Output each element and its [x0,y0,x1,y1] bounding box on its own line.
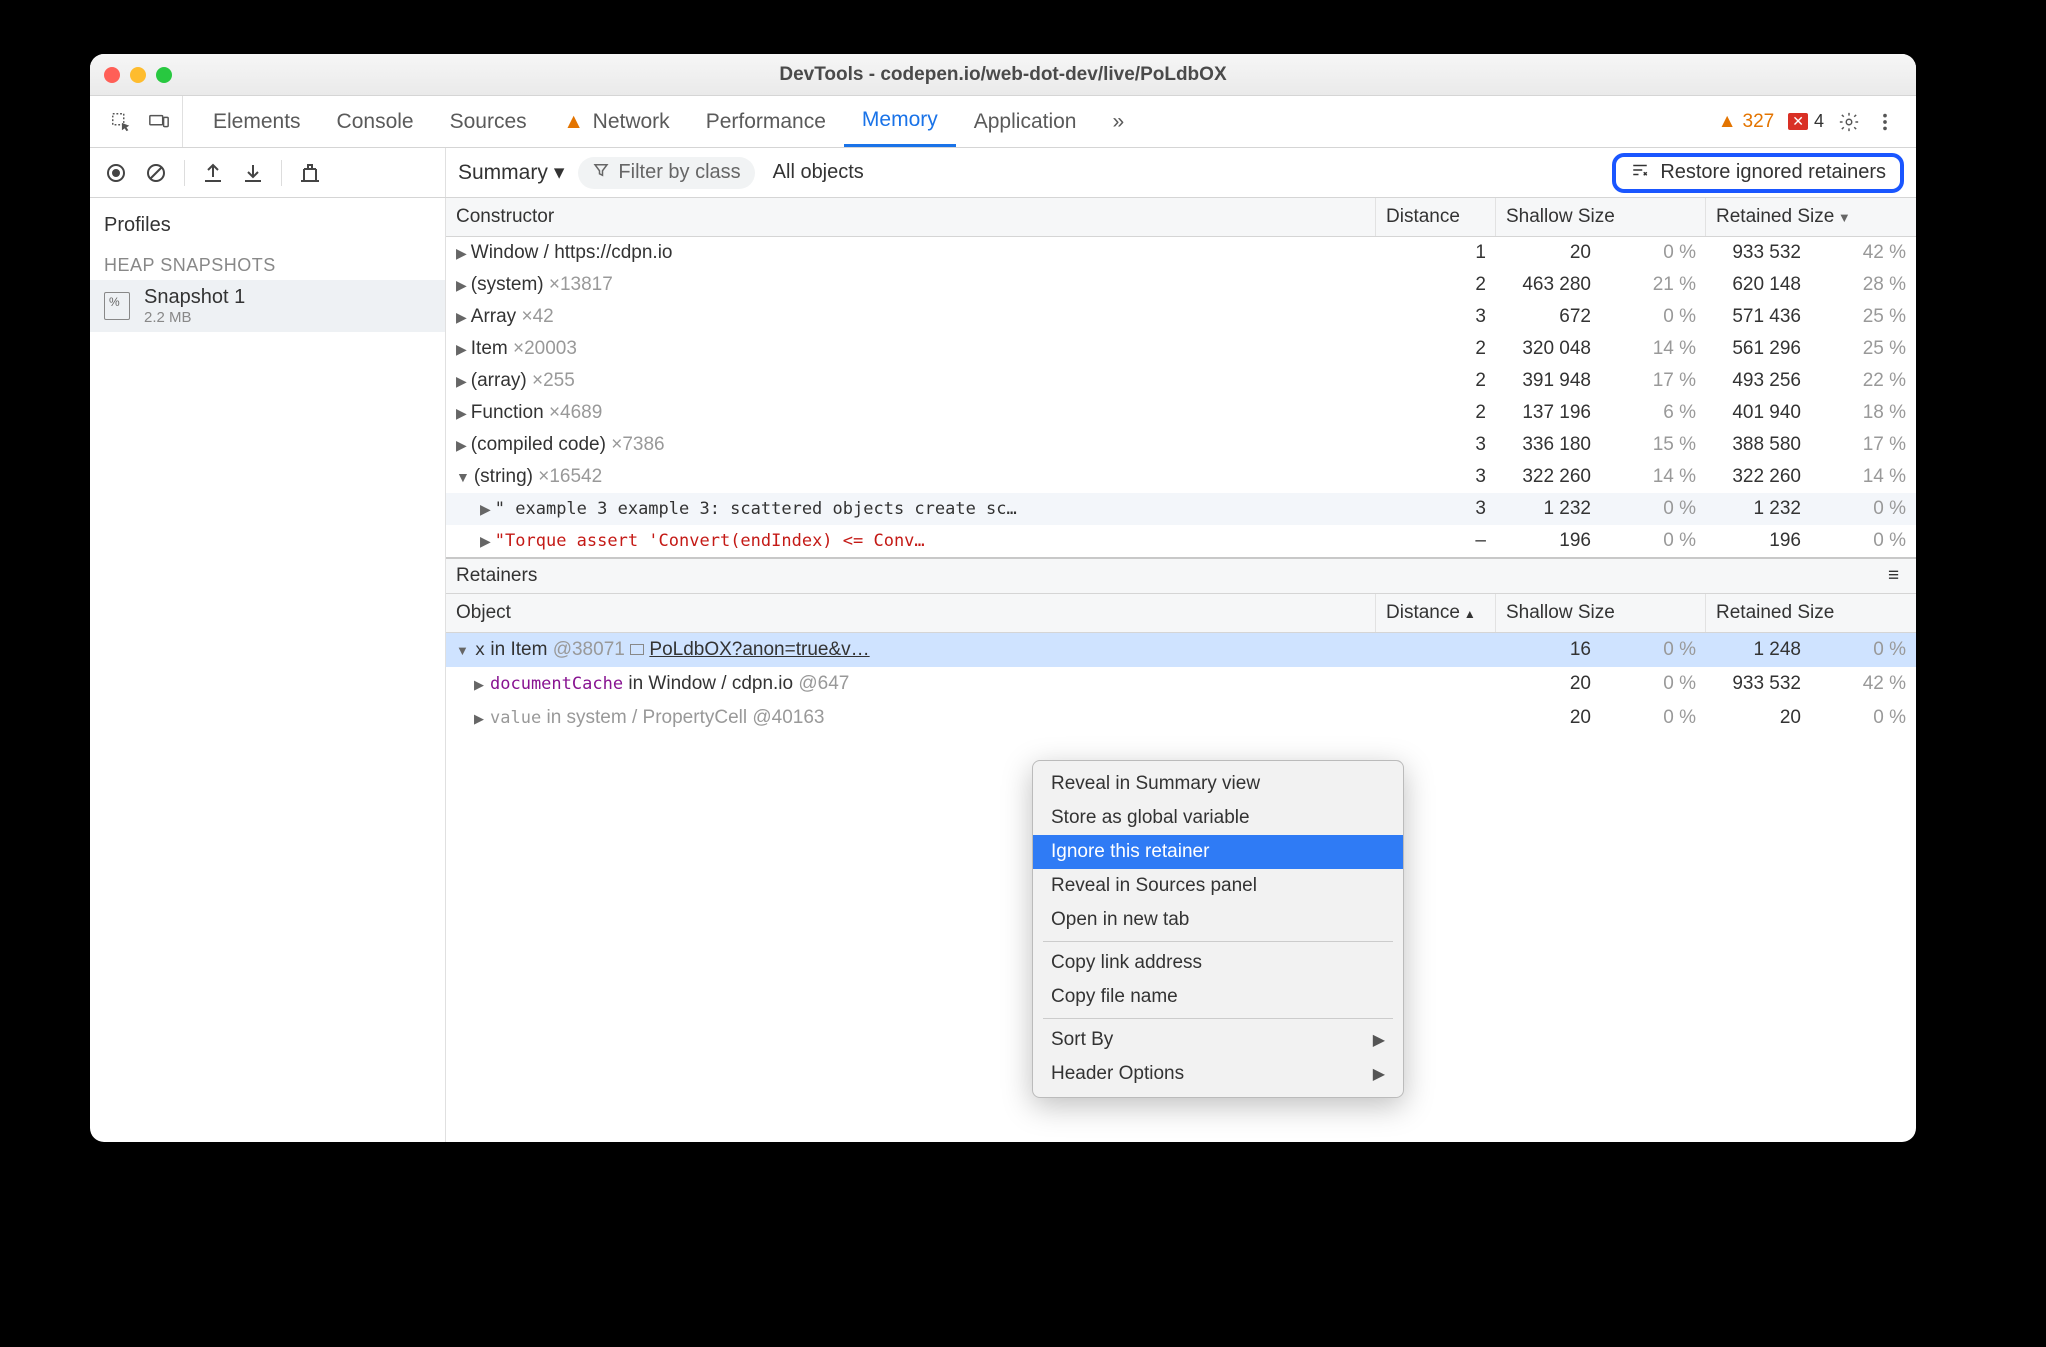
retainers-list: ▼x in Item @38071 PoLdbOX?anon=true&v…16… [446,633,1916,735]
table-row[interactable]: ▶Function ×46892137 1966 %401 94018 % [446,397,1916,429]
warning-icon: ▲ [563,111,585,133]
view-select[interactable]: Summary▾ [458,160,564,185]
col-shallow-ret[interactable]: Shallow Size [1496,594,1706,632]
retainers-header-row: Object Distance Shallow Size Retained Si… [446,594,1916,633]
menu-copy-link[interactable]: Copy link address [1033,946,1403,980]
titlebar: DevTools - codepen.io/web-dot-dev/live/P… [90,54,1916,96]
col-constructor[interactable]: Constructor [446,198,1376,236]
devtools-window: DevTools - codepen.io/web-dot-dev/live/P… [90,54,1916,1142]
retainer-row[interactable]: ▶documentCache in Window / cdpn.io @6472… [446,667,1916,701]
hamburger-icon[interactable]: ≡ [1888,565,1906,587]
tab-more[interactable]: » [1094,96,1142,147]
kebab-icon[interactable] [1874,111,1896,133]
tab-performance[interactable]: Performance [688,96,844,147]
snapshot-name: Snapshot 1 [144,286,245,309]
menu-copy-file[interactable]: Copy file name [1033,980,1403,1014]
settings-icon[interactable] [1838,111,1860,133]
snapshot-item[interactable]: Snapshot 1 2.2 MB [90,280,445,332]
col-retained-ret[interactable]: Retained Size [1706,594,1916,632]
table-row[interactable]: ▶"Torque assert 'Convert(endIndex) <= Co… [446,525,1916,557]
filter-icon [592,161,610,185]
tab-memory[interactable]: Memory [844,96,956,147]
tab-elements[interactable]: Elements [195,96,319,147]
all-objects-select[interactable]: All objects [773,161,864,184]
memory-toolbar: Summary▾ Filter by class All objects Res… [90,148,1916,198]
clear-icon[interactable] [144,161,168,185]
object-list: ▶Window / https://cdpn.io 1200 %933 5324… [446,237,1916,559]
sidebar: Profiles HEAP SNAPSHOTS Snapshot 1 2.2 M… [90,198,446,1142]
table-row[interactable]: ▼(string) ×165423322 26014 %322 26014 % [446,461,1916,493]
menu-reveal-summary[interactable]: Reveal in Summary view [1033,767,1403,801]
table-row[interactable]: ▶Array ×4236720 %571 43625 % [446,301,1916,333]
menu-store-global[interactable]: Store as global variable [1033,801,1403,835]
download-icon[interactable] [241,161,265,185]
device-icon[interactable] [148,111,170,133]
col-distance-ret[interactable]: Distance [1376,594,1496,632]
menu-reveal-sources[interactable]: Reveal in Sources panel [1033,869,1403,903]
col-retained[interactable]: Retained Size [1706,198,1916,236]
col-distance[interactable]: Distance [1376,198,1496,236]
retainer-row[interactable]: ▼x in Item @38071 PoLdbOX?anon=true&v…16… [446,633,1916,667]
tab-application[interactable]: Application [956,96,1095,147]
col-object[interactable]: Object [446,594,1376,632]
table-row[interactable]: ▶Window / https://cdpn.io 1200 %933 5324… [446,237,1916,269]
tab-network[interactable]: ▲ Network [545,96,688,147]
gc-icon[interactable] [298,161,322,185]
menu-ignore-retainer[interactable]: Ignore this retainer [1033,835,1403,869]
table-row[interactable]: ▶Item ×200032320 04814 %561 29625 % [446,333,1916,365]
col-shallow[interactable]: Shallow Size [1496,198,1706,236]
filter-input[interactable]: Filter by class [578,157,754,189]
window-title: DevTools - codepen.io/web-dot-dev/live/P… [90,64,1916,86]
constructor-header-row: Constructor Distance Shallow Size Retain… [446,198,1916,237]
tab-console[interactable]: Console [319,96,432,147]
restore-ignored-button[interactable]: Restore ignored retainers [1612,153,1904,193]
profiles-heading: Profiles [90,208,445,243]
table-row[interactable]: ▶(array) ×2552391 94817 %493 25622 % [446,365,1916,397]
menu-sort-by[interactable]: Sort By▶ [1033,1023,1403,1057]
menu-header-options[interactable]: Header Options▶ [1033,1057,1403,1091]
record-icon[interactable] [104,161,128,185]
tab-sources[interactable]: Sources [432,96,545,147]
upload-icon[interactable] [201,161,225,185]
warnings-count[interactable]: ▲327 [1718,111,1775,133]
retainer-row[interactable]: ▶value in system / PropertyCell @4016320… [446,701,1916,735]
table-row[interactable]: ▶" example 3 example 3: scattered object… [446,493,1916,525]
table-row[interactable]: ▶(system) ×138172463 28021 %620 14828 % [446,269,1916,301]
snapshot-icon [104,292,130,320]
errors-count[interactable]: ✕4 [1788,111,1824,132]
menu-open-tab[interactable]: Open in new tab [1033,903,1403,937]
retainers-heading: Retainers ≡ [446,559,1916,594]
restore-icon [1630,161,1650,185]
table-row[interactable]: ▶(compiled code) ×73863336 18015 %388 58… [446,429,1916,461]
heap-snapshots-label: HEAP SNAPSHOTS [90,243,445,280]
context-menu: Reveal in Summary view Store as global v… [1032,760,1404,1098]
inspect-icon[interactable] [110,111,132,133]
snapshot-size: 2.2 MB [144,309,245,326]
panel-tabs: Elements Console Sources ▲ Network Perfo… [90,96,1916,148]
